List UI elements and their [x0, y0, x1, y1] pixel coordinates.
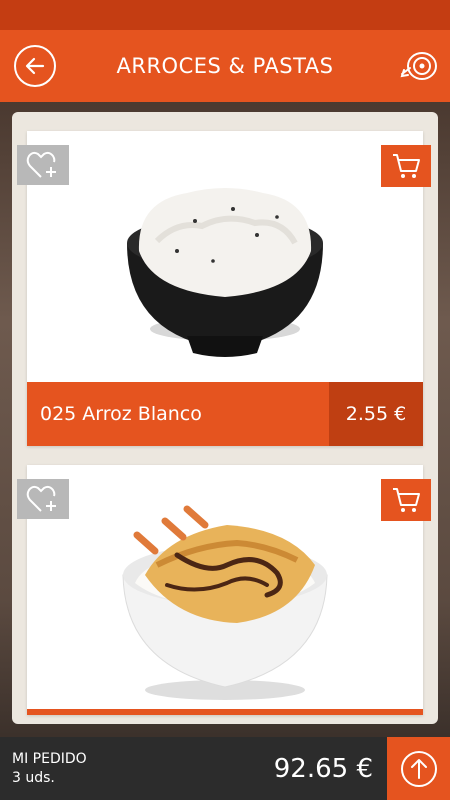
- heart-plus-icon: [26, 151, 56, 178]
- order-label: MI PEDIDO: [12, 751, 87, 767]
- product-info-bar[interactable]: [27, 709, 423, 715]
- order-summary-bar[interactable]: MI PEDIDO 3 uds. 92.65 €: [0, 737, 450, 800]
- heart-plus-icon: [26, 485, 56, 512]
- order-total: 92.65 €: [273, 753, 373, 784]
- add-to-cart-button[interactable]: [381, 145, 431, 187]
- order-count: 3 uds.: [12, 770, 55, 786]
- white-rice-bowl-image: [127, 188, 323, 357]
- product-info-bar[interactable]: 025 Arroz Blanco 2.55 €: [27, 382, 423, 446]
- shopping-cart-icon: [393, 154, 420, 178]
- arrow-up-circle-icon: [400, 750, 437, 787]
- back-button[interactable]: [14, 45, 56, 87]
- favorite-button[interactable]: [17, 145, 69, 185]
- add-to-cart-button[interactable]: [381, 479, 431, 521]
- category-meat-button[interactable]: [398, 48, 440, 84]
- open-order-button[interactable]: [387, 737, 450, 800]
- product-card[interactable]: [17, 465, 431, 715]
- page-title: ARROCES & PASTAS: [116, 54, 334, 78]
- product-name: 025 Arroz Blanco: [40, 403, 202, 425]
- favorite-button[interactable]: [17, 479, 69, 519]
- product-card[interactable]: 025 Arroz Blanco 2.55 €: [17, 131, 431, 446]
- meat-icon: [400, 52, 437, 80]
- product-list[interactable]: 025 Arroz Blanco 2.55 €: [12, 112, 438, 724]
- status-bar: [0, 0, 450, 30]
- shopping-cart-icon: [393, 488, 420, 512]
- product-price: 2.55 €: [329, 382, 423, 446]
- order-info: MI PEDIDO 3 uds.: [0, 751, 274, 786]
- back-arrow-icon: [25, 57, 45, 75]
- tempura-rice-bowl-image: [122, 505, 328, 700]
- app-bar: ARROCES & PASTAS: [0, 30, 450, 102]
